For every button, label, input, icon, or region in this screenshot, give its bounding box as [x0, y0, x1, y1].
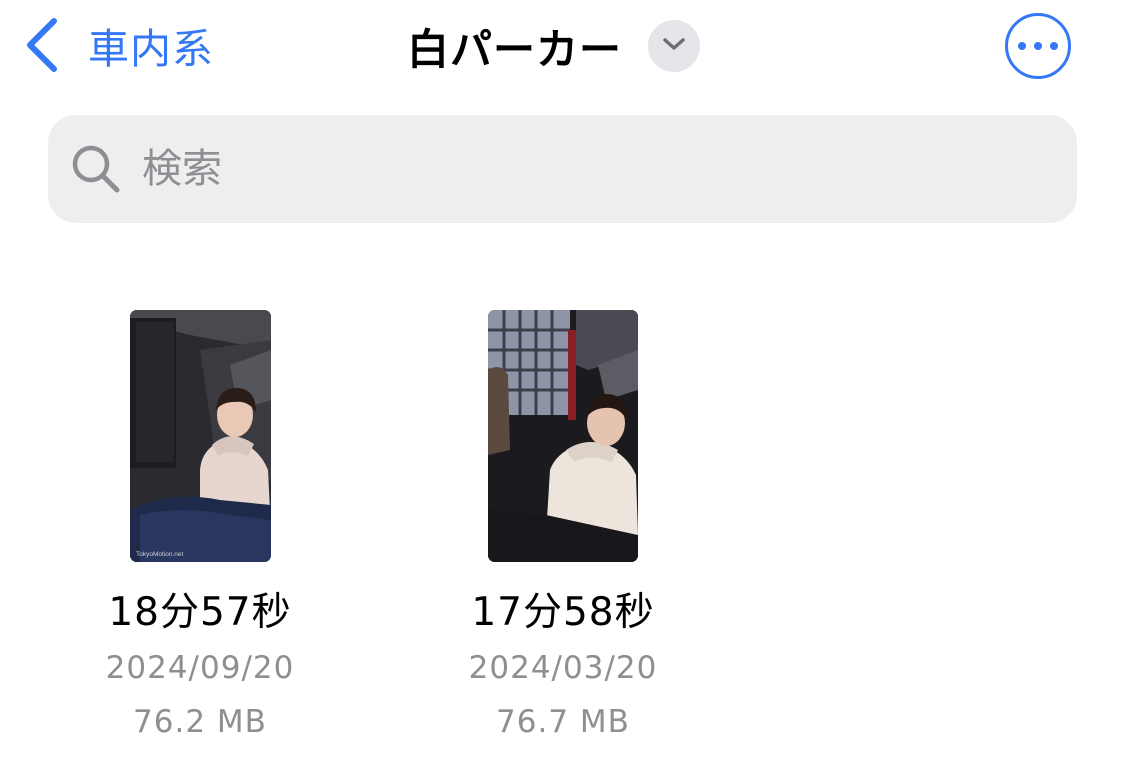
magnifying-glass-icon	[70, 143, 122, 195]
back-button[interactable]: 車内系	[22, 12, 214, 78]
ellipsis-dot	[1018, 42, 1026, 50]
file-date: 2024/03/20	[468, 650, 658, 686]
ellipsis-dot	[1050, 42, 1058, 50]
file-date: 2024/09/20	[105, 650, 295, 686]
file-item[interactable]: 17分58秒 2024/03/20 76.7 MB	[423, 310, 703, 742]
folder-title-group: 白パーカー	[407, 14, 701, 78]
chevron-down-icon	[661, 35, 687, 57]
navigation-bar: 車内系 白パーカー	[0, 0, 1125, 100]
ellipsis-dot	[1034, 42, 1042, 50]
more-options-button[interactable]	[1005, 13, 1071, 79]
file-name: 18分57秒	[108, 590, 292, 635]
file-item[interactable]: TokyoMotion.net 18分57秒 2024/09/20 76.2 M…	[60, 310, 340, 742]
folder-menu-button[interactable]	[648, 20, 701, 72]
back-button-label: 車内系	[88, 25, 214, 73]
video-thumbnail[interactable]	[488, 310, 638, 562]
file-name: 17分58秒	[471, 590, 655, 635]
file-size: 76.7 MB	[496, 704, 630, 740]
video-thumbnail[interactable]: TokyoMotion.net	[129, 310, 271, 562]
search-bar[interactable]	[48, 115, 1077, 223]
file-size: 76.2 MB	[133, 704, 267, 740]
folder-title: 白パーカー	[407, 24, 623, 74]
search-input[interactable]	[140, 138, 1077, 200]
thumbnail-watermark: TokyoMotion.net	[136, 551, 184, 558]
chevron-left-icon	[22, 15, 62, 75]
